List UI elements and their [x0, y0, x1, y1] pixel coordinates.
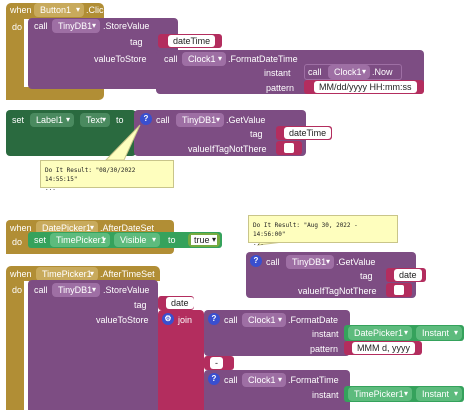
- formattime-instant-label: instant: [312, 390, 339, 400]
- label1-component-dropdown[interactable]: Label1: [30, 113, 74, 127]
- getvalue2-tag-text-value[interactable]: date: [394, 269, 422, 281]
- timepicker1-instant-prop-dropdown[interactable]: Instant: [416, 387, 462, 401]
- help-icon-2[interactable]: ?: [250, 255, 262, 267]
- aftertimeset-label: .AfterTimeSet: [100, 269, 155, 279]
- formattime-help-icon[interactable]: ?: [208, 373, 220, 385]
- timepicker1-dropdown[interactable]: TimePicker1: [50, 233, 110, 247]
- do-label-3: do: [12, 285, 23, 295]
- timepicker1-event-dropdown[interactable]: TimePicker1: [36, 267, 98, 281]
- event-component-dropdown[interactable]: Button1: [34, 3, 84, 17]
- set-label-2: set: [34, 235, 47, 245]
- help-icon[interactable]: ?: [140, 113, 152, 125]
- result-text-1: Do It Result: "08/30/2022 14:55:15": [45, 167, 136, 183]
- call-label: call: [34, 21, 48, 31]
- pattern-text-value[interactable]: MM/dd/yyyy HH:mm:ss: [314, 81, 417, 93]
- formattime-clock1-dropdown[interactable]: Clock1: [242, 373, 286, 387]
- getvalue-method-label-2: .GetValue: [336, 257, 376, 267]
- visible-property-dropdown[interactable]: Visible: [114, 233, 160, 247]
- valuetostore-label: valueToStore: [94, 54, 147, 64]
- result-text-2: Do It Result: "Aug 30, 2022 - 14:56:00": [253, 222, 358, 238]
- getvalue-tag-text-value[interactable]: dateTime: [284, 127, 332, 139]
- result-more-2: ...: [253, 240, 264, 247]
- do-label-2: do: [12, 237, 23, 247]
- formatdate-pattern-label: pattern: [310, 344, 339, 354]
- storevalue2-tag-label: tag: [134, 300, 147, 310]
- result-more-1: ...: [45, 185, 56, 192]
- event-name-label: .Click: [86, 5, 108, 15]
- now-clock1-dropdown[interactable]: Clock1: [328, 65, 370, 79]
- when-label-3: when: [10, 269, 32, 279]
- tinydb-component-dropdown[interactable]: TinyDB1: [52, 19, 100, 33]
- true-boolean-block[interactable]: true: [188, 233, 220, 247]
- formatdate-call-label: call: [224, 315, 238, 325]
- storevalue2-tag-text-value[interactable]: date: [166, 297, 194, 309]
- instant-label: instant: [264, 68, 291, 78]
- getvalue-tinydb-dropdown[interactable]: TinyDB1: [176, 113, 224, 127]
- getvalue-tinydb-dropdown-2[interactable]: TinyDB1: [286, 255, 334, 269]
- storevalue2-call-label: call: [34, 285, 48, 295]
- now-method-label: .Now: [372, 67, 393, 77]
- tag-text-value[interactable]: dateTime: [168, 35, 216, 47]
- now-call-label: call: [308, 67, 322, 77]
- empty-text-value[interactable]: [284, 143, 294, 153]
- storevalue2-vts-label: valueToStore: [96, 315, 149, 325]
- formattime-call-label: call: [224, 375, 238, 385]
- storevalue-method-label: .StoreValue: [103, 21, 150, 31]
- formatdate-pattern-value[interactable]: MMM d, yyyy: [352, 342, 415, 354]
- getvalue-method-label: .GetValue: [226, 115, 266, 125]
- formatdatetime-method-label: .FormatDateTime: [228, 54, 298, 64]
- join-label: join: [178, 315, 193, 325]
- formatdate-instant-label: instant: [312, 329, 339, 339]
- formatdate-help-icon[interactable]: ?: [208, 313, 220, 325]
- join-mutator-icon[interactable]: ⚙: [162, 313, 174, 325]
- empty-text-value-2[interactable]: [394, 285, 404, 295]
- datepicker1-instant-prop-dropdown[interactable]: Instant: [416, 326, 462, 340]
- formattime-method-label: .FormatTime: [288, 375, 339, 385]
- formatdate-method-label: .FormatDate: [288, 315, 339, 325]
- clock1-component-dropdown[interactable]: Clock1: [182, 52, 226, 66]
- pattern-label: pattern: [266, 83, 295, 93]
- getvalue-tag-label-2: tag: [360, 271, 373, 281]
- when-label: when: [10, 5, 32, 15]
- getvalue-call-label: call: [156, 115, 170, 125]
- do-it-result-comment-2: Do It Result: "Aug 30, 2022 - 14:56:00" …: [248, 215, 398, 247]
- tag-socket-label: tag: [130, 37, 143, 47]
- storevalue2-method-label: .StoreValue: [103, 285, 150, 295]
- getvalue-tag-label: tag: [250, 129, 263, 139]
- formatdate-clock1-dropdown[interactable]: Clock1: [242, 313, 286, 327]
- valueiftagnotthere-label: valueIfTagNotThere: [188, 144, 267, 154]
- text-property-dropdown[interactable]: Text: [80, 113, 110, 127]
- datepicker1-instant-comp-dropdown[interactable]: DatePicker1: [348, 326, 412, 340]
- valueiftagnotthere-label-2: valueIfTagNotThere: [298, 286, 377, 296]
- storevalue2-tinydb-dropdown[interactable]: TinyDB1: [52, 283, 100, 297]
- to-label-2: to: [168, 235, 176, 245]
- timepicker1-instant-comp-dropdown[interactable]: TimePicker1: [348, 387, 412, 401]
- getvalue-call-label-2: call: [266, 257, 280, 267]
- do-it-result-comment-1: Do It Result: "08/30/2022 14:55:15" ...: [40, 160, 174, 192]
- do-label: do: [12, 22, 23, 32]
- format-call-label: call: [164, 54, 178, 64]
- set-label: set: [12, 115, 25, 125]
- to-label: to: [116, 115, 124, 125]
- separator-text-value[interactable]: -: [210, 357, 223, 369]
